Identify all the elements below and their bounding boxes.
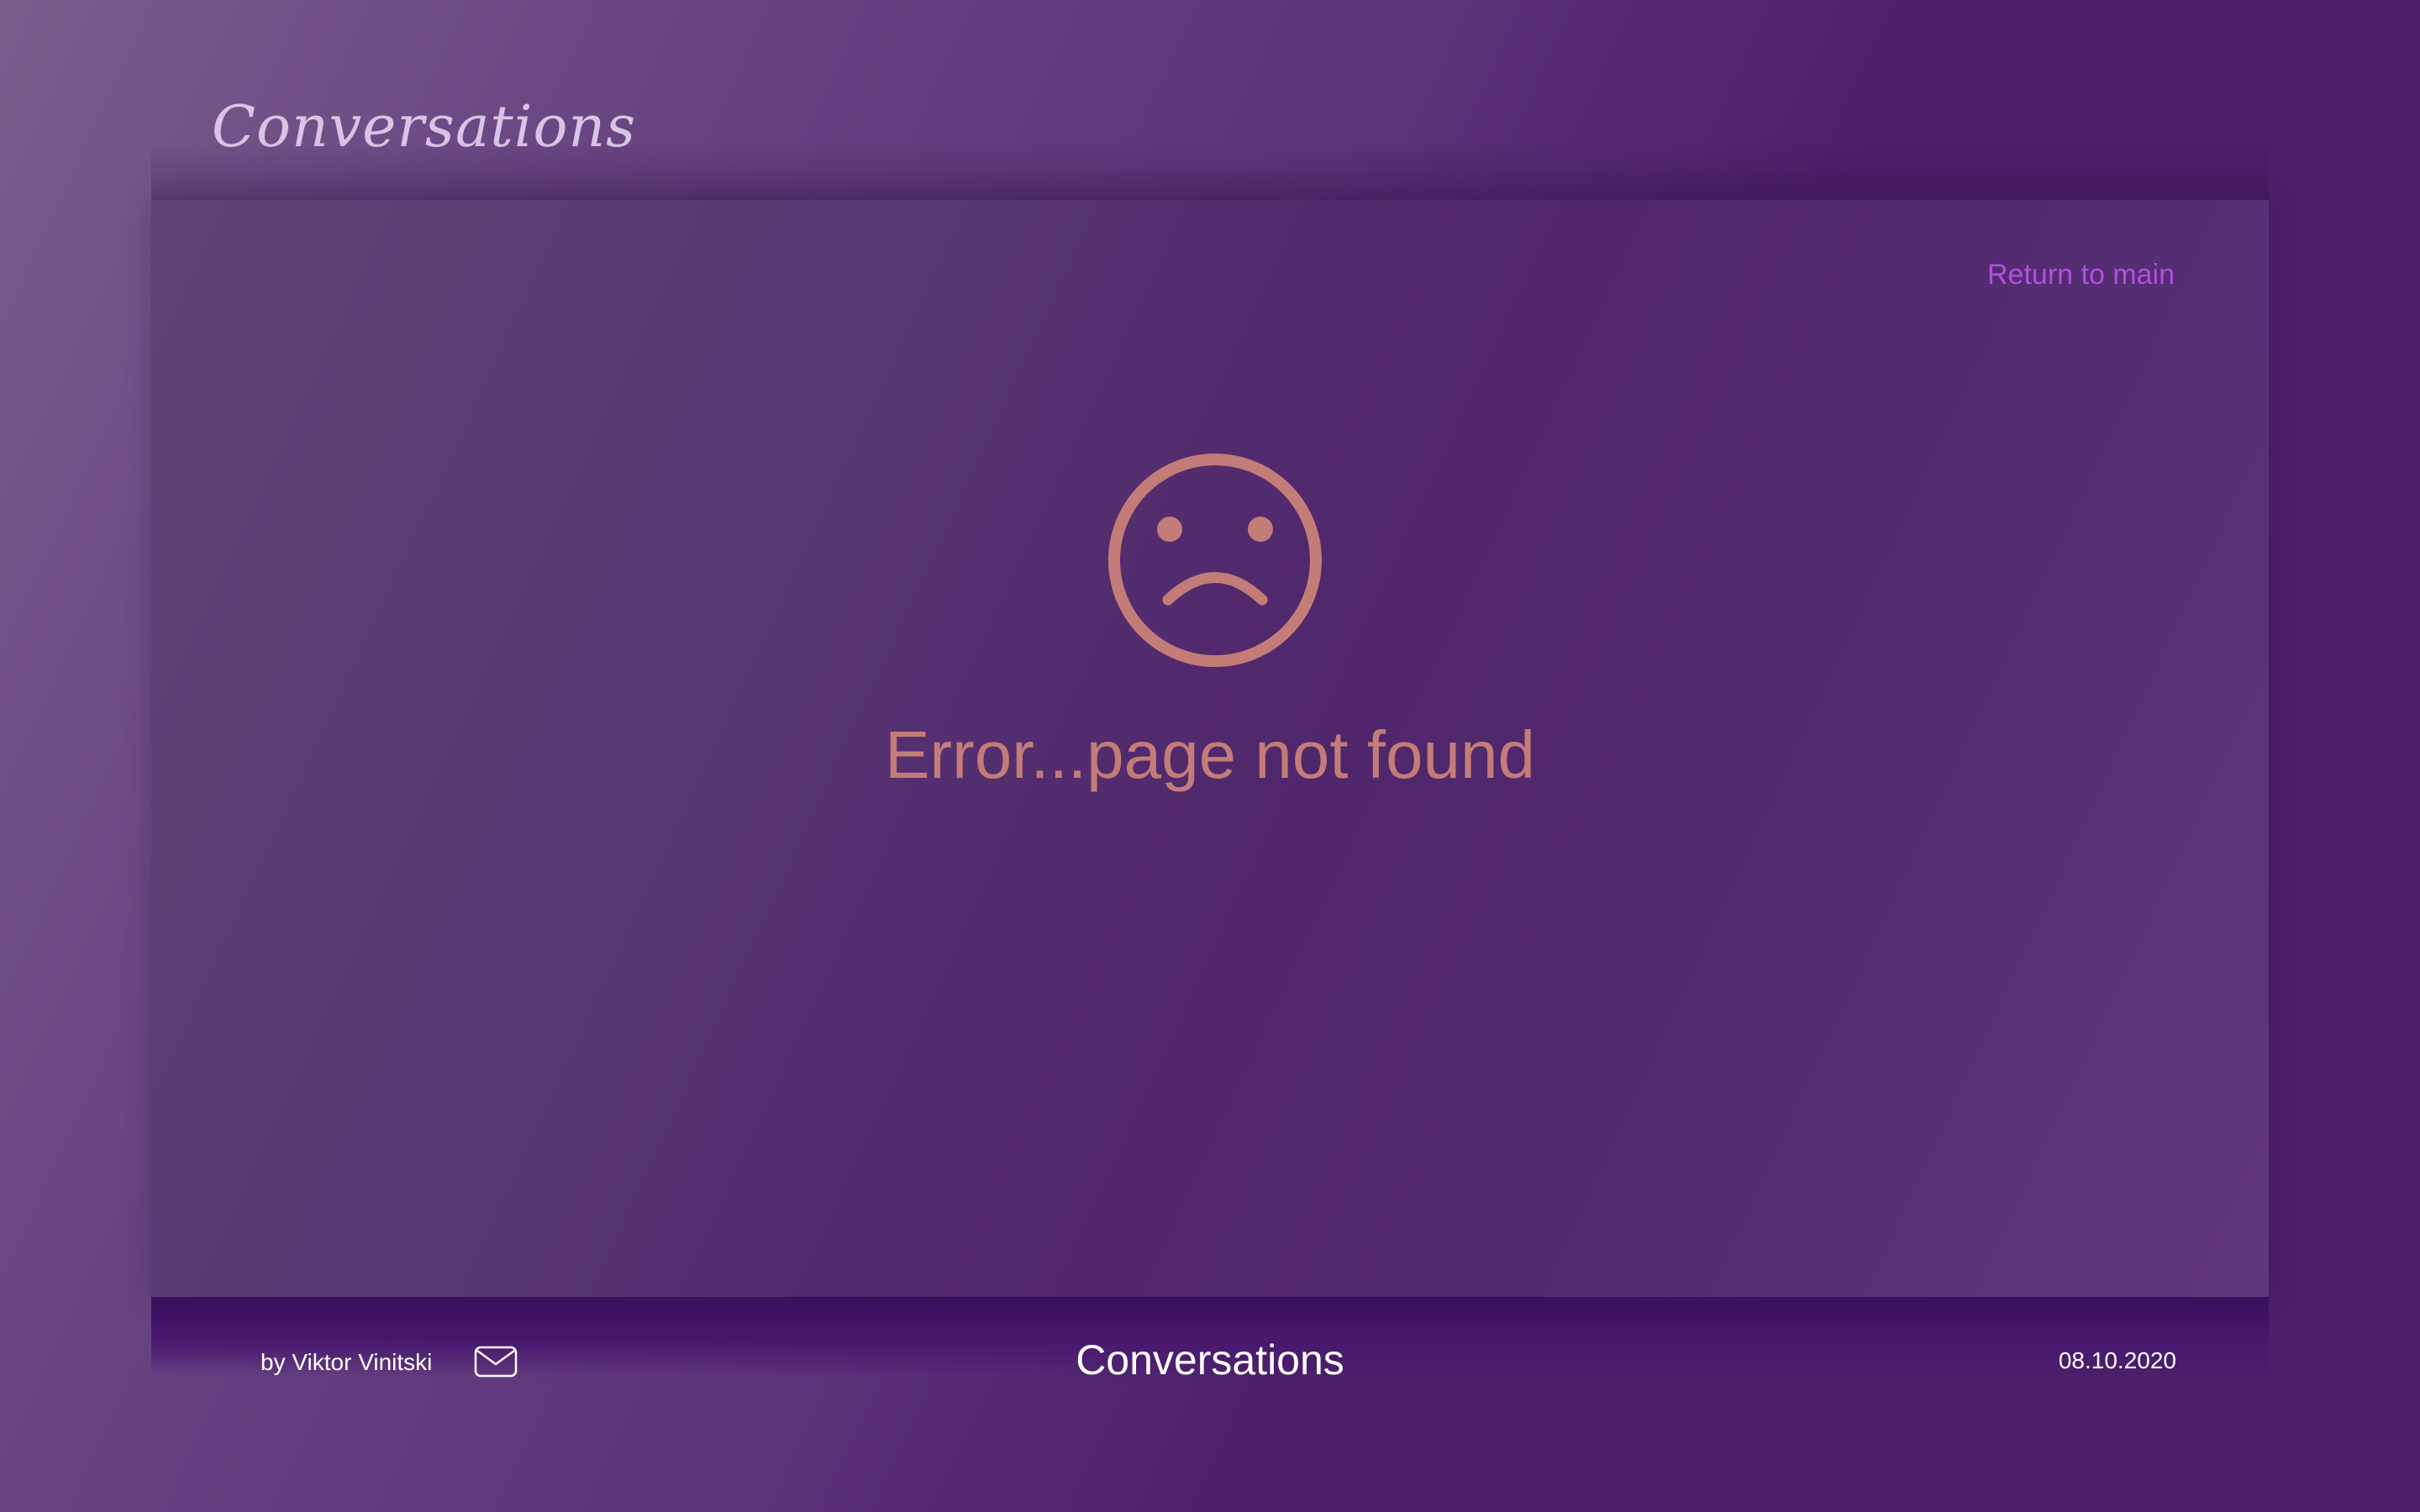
sad-face-icon <box>1108 454 1322 667</box>
error-message: Error...page not found <box>885 717 1535 792</box>
return-to-main-link[interactable]: Return to main <box>1987 259 2175 291</box>
footer: by Viktor Vinitski Conversations 08.10.2… <box>151 1297 2269 1383</box>
main-panel: Return to main Error...page not found <box>151 200 2269 1297</box>
footer-title: Conversations <box>1076 1336 1344 1383</box>
footer-date: 08.10.2020 <box>2058 1347 2176 1373</box>
header-bar <box>151 141 2269 200</box>
